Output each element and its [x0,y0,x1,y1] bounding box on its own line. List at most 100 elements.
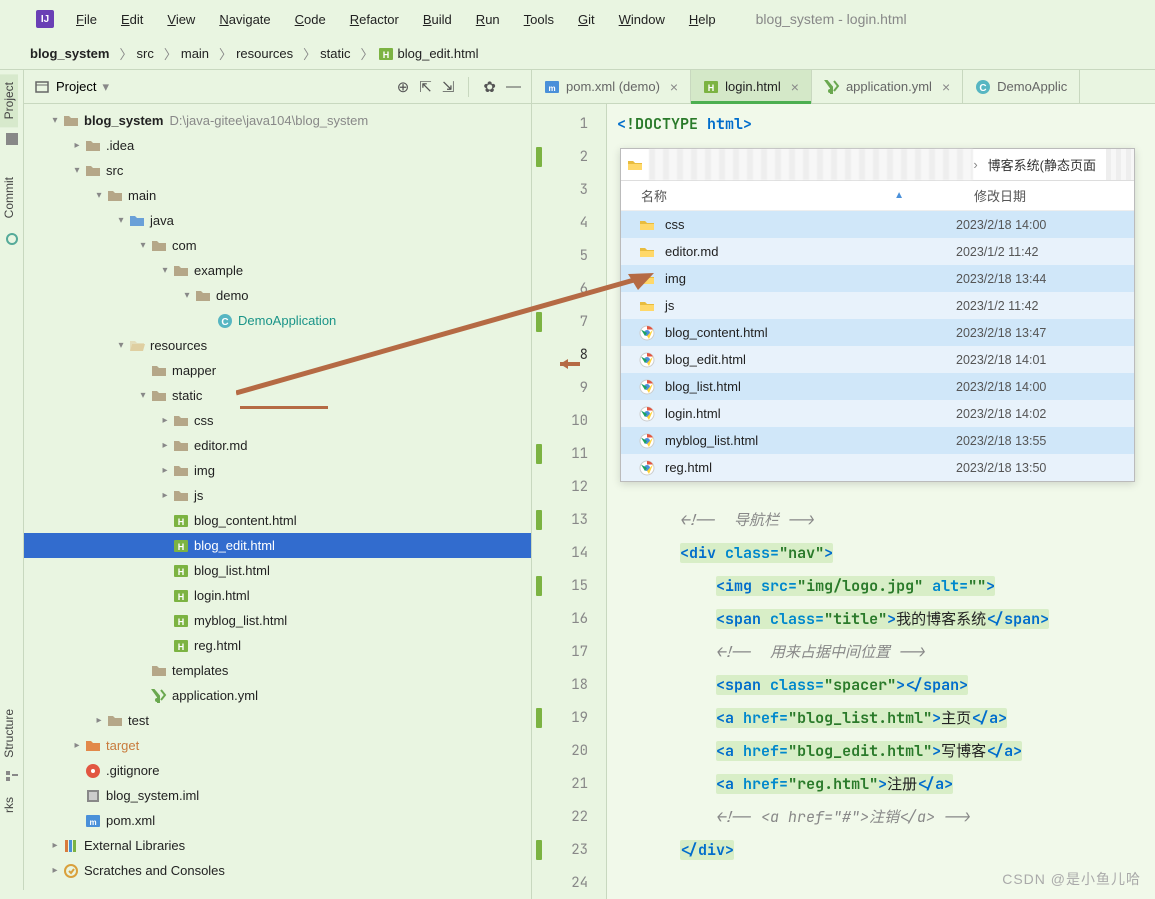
breadcrumb-item[interactable]: resources [236,46,293,61]
editor-tab[interactable]: login.html× [691,70,812,103]
tree-node[interactable]: mapper [24,358,531,383]
line-number[interactable]: 9 [532,372,606,405]
tree-node[interactable]: ▸js [24,483,531,508]
tool-window-structure[interactable]: Structure [0,701,18,766]
line-number[interactable]: 13 [532,504,606,537]
tree-node[interactable]: ▾main [24,183,531,208]
line-number[interactable]: 10 [532,405,606,438]
line-number[interactable]: 11 [532,438,606,471]
tree-node[interactable]: ▸test [24,708,531,733]
line-number[interactable]: 6 [532,273,606,306]
tree-node[interactable]: ▾demo [24,283,531,308]
tree-node[interactable]: blog_edit.html [24,533,531,558]
tree-node[interactable]: DemoApplication [24,308,531,333]
collapse-all-icon[interactable]: ⇲ [442,78,455,96]
col-name[interactable]: 名称 [641,186,854,205]
tree-node[interactable]: ▾resources [24,333,531,358]
explorer-row[interactable]: blog_list.html2023/2/18 14:00 [621,373,1134,400]
hide-icon[interactable]: — [506,78,521,95]
tree-node[interactable]: ▸css [24,408,531,433]
tree-node[interactable]: blog_system.iml [24,783,531,808]
tree-node[interactable]: .gitignore [24,758,531,783]
tree-node[interactable]: templates [24,658,531,683]
explorer-current-folder[interactable]: 博客系统(静态页面 [978,149,1106,180]
line-number[interactable]: 20 [532,735,606,768]
menu-tools[interactable]: Tools [516,8,562,31]
explorer-row[interactable]: js2023/1/2 11:42 [621,292,1134,319]
menu-navigate[interactable]: Navigate [211,8,278,31]
tree-node[interactable]: ▾blog_systemD:\java-gitee\java104\blog_s… [24,108,531,133]
menu-run[interactable]: Run [468,8,508,31]
line-number[interactable]: 4 [532,207,606,240]
explorer-row[interactable]: blog_content.html2023/2/18 13:47 [621,319,1134,346]
close-icon[interactable]: × [791,79,799,95]
tree-node[interactable]: ▾static [24,383,531,408]
line-number[interactable]: 2 [532,141,606,174]
expand-all-icon[interactable]: ⇱ [419,78,432,96]
settings-icon[interactable]: ✿ [483,78,496,96]
tree-node[interactable]: ▸External Libraries [24,833,531,858]
tree-node[interactable]: ▸Scratches and Consoles [24,858,531,883]
menu-build[interactable]: Build [415,8,460,31]
explorer-row[interactable]: myblog_list.html2023/2/18 13:55 [621,427,1134,454]
explorer-columns[interactable]: 名称 ▲ 修改日期 [621,181,1134,211]
line-number[interactable]: 22 [532,801,606,834]
menu-edit[interactable]: Edit [113,8,151,31]
line-number[interactable]: 1 [532,108,606,141]
menu-help[interactable]: Help [681,8,724,31]
breadcrumb-item[interactable]: static [320,46,350,61]
explorer-row[interactable]: css2023/2/18 14:00 [621,211,1134,238]
menu-code[interactable]: Code [287,8,334,31]
line-number[interactable]: 17 [532,636,606,669]
project-tree[interactable]: ▾blog_systemD:\java-gitee\java104\blog_s… [24,104,531,899]
tree-node[interactable]: blog_content.html [24,508,531,533]
line-number[interactable]: 3 [532,174,606,207]
sort-icon[interactable]: ▲ [894,190,904,201]
tree-node[interactable]: ▸editor.md [24,433,531,458]
breadcrumb-item[interactable]: blog_system [30,46,109,61]
line-number[interactable]: 8 [532,339,606,372]
explorer-row[interactable]: editor.md2023/1/2 11:42 [621,238,1134,265]
editor-tab[interactable]: DemoApplic [963,70,1080,103]
line-number[interactable]: 7 [532,306,606,339]
menu-window[interactable]: Window [611,8,673,31]
explorer-row[interactable]: img2023/2/18 13:44 [621,265,1134,292]
tree-node[interactable]: login.html [24,583,531,608]
menu-file[interactable]: File [68,8,105,31]
line-number[interactable]: 18 [532,669,606,702]
explorer-breadcrumb[interactable]: › 博客系统(静态页面 [621,149,1134,181]
tree-node[interactable]: ▾src [24,158,531,183]
tree-node[interactable]: pom.xml [24,808,531,833]
tool-window-commit[interactable]: Commit [0,169,18,226]
tree-node[interactable]: ▾java [24,208,531,233]
menu-git[interactable]: Git [570,8,603,31]
tree-node[interactable]: ▸target [24,733,531,758]
col-date[interactable]: 修改日期 [974,186,1114,205]
breadcrumb-item[interactable]: main [181,46,209,61]
menu-refactor[interactable]: Refactor [342,8,407,31]
line-number[interactable]: 21 [532,768,606,801]
tool-window-project[interactable]: Project [0,74,18,127]
tree-node[interactable]: blog_list.html [24,558,531,583]
line-number[interactable]: 19 [532,702,606,735]
explorer-row[interactable]: login.html2023/2/18 14:02 [621,400,1134,427]
tool-window-bookmarks[interactable]: rks [0,789,18,821]
tree-node[interactable]: reg.html [24,633,531,658]
line-number[interactable]: 12 [532,471,606,504]
breadcrumb-item[interactable]: src [137,46,154,61]
locate-icon[interactable]: ⊕ [397,78,410,96]
menu-view[interactable]: View [159,8,203,31]
breadcrumb-item[interactable]: blog_edit.html [378,46,479,62]
line-number[interactable]: 14 [532,537,606,570]
editor-tab[interactable]: application.yml× [812,70,963,103]
tree-node[interactable]: myblog_list.html [24,608,531,633]
line-number[interactable]: 24 [532,867,606,899]
tree-node[interactable]: ▾com [24,233,531,258]
tree-node[interactable]: application.yml [24,683,531,708]
explorer-row[interactable]: reg.html2023/2/18 13:50 [621,454,1134,481]
editor-gutter[interactable]: 123456789101112131415161718192021222324 [532,104,607,899]
tree-node[interactable]: ▸img [24,458,531,483]
dropdown-icon[interactable]: ▾ [102,79,109,95]
close-icon[interactable]: × [942,79,950,95]
line-number[interactable]: 16 [532,603,606,636]
